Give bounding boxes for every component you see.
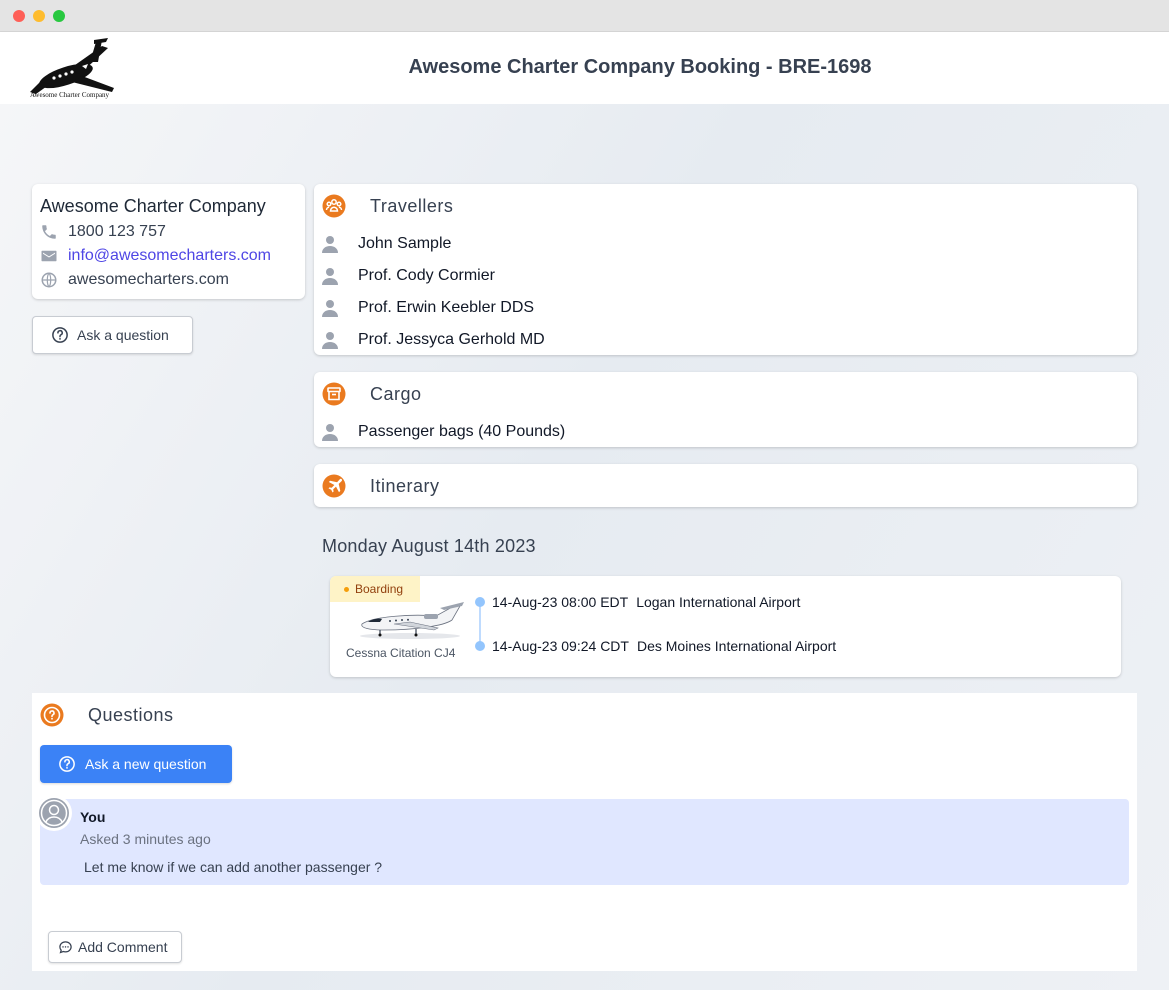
traveller-row: Prof. Jessyca Gerhold MD xyxy=(322,329,545,351)
phone-icon xyxy=(42,225,56,239)
person-icon xyxy=(322,268,338,285)
flight-card[interactable]: Boarding Cessna Citation CJ4 14-Aug-23 0… xyxy=(330,576,1121,677)
traveller-name: Prof. Erwin Keebler DDS xyxy=(358,299,535,316)
flight-leg-arrival: 14-Aug-23 09:24 CDT Des Moines Internatio… xyxy=(492,638,836,654)
timeline-dot xyxy=(475,597,485,607)
traveller-name: Prof. Jessyca Gerhold MD xyxy=(358,331,545,348)
add-comment-label: Add Comment xyxy=(78,939,168,955)
traveller-name: John Sample xyxy=(358,235,452,252)
app-header: Awesome Charter Company Awesome Charter … xyxy=(0,32,1169,104)
ask-question-label: Ask a question xyxy=(77,327,169,343)
departure-time: 14-Aug-23 08:00 EDT xyxy=(492,594,629,610)
itinerary-card: Itinerary xyxy=(314,464,1137,507)
website-link[interactable]: awesomecharters.com xyxy=(68,271,229,289)
window-maximize-button[interactable] xyxy=(53,10,65,22)
cargo-row: Passenger bags (40 Pounds) xyxy=(322,421,565,443)
page-title: Awesome Charter Company Booking - BRE-16… xyxy=(408,56,872,78)
question-timestamp: Asked 3 minutes ago xyxy=(80,831,211,847)
globe-icon xyxy=(41,272,57,288)
timeline-line xyxy=(479,602,481,646)
company-card: Awesome Charter Company 1800 123 757 inf… xyxy=(32,184,305,299)
question-author: You xyxy=(80,809,106,825)
group-icon xyxy=(322,194,346,218)
itinerary-date: Monday August 14th 2023 xyxy=(322,536,536,556)
aircraft-image xyxy=(360,602,464,639)
travellers-card: Travellers John Sample Prof. Cody Cormie… xyxy=(314,184,1137,355)
aircraft-name: Cessna Citation CJ4 xyxy=(346,646,456,660)
ask-question-button[interactable]: Ask a question xyxy=(32,316,193,354)
cargo-item: Passenger bags (40 Pounds) xyxy=(358,423,566,440)
traveller-row: John Sample xyxy=(322,233,451,255)
person-icon xyxy=(322,236,338,253)
window-titlebar xyxy=(0,0,1169,32)
traveller-row: Prof. Cody Cormier xyxy=(322,265,495,287)
user-avatar-icon xyxy=(39,798,69,828)
traveller-name: Prof. Cody Cormier xyxy=(358,267,495,284)
arrival-time: 14-Aug-23 09:24 CDT xyxy=(492,638,629,654)
airplane-icon xyxy=(322,474,346,498)
flight-leg-departure: 14-Aug-23 08:00 EDT Logan International A… xyxy=(492,594,800,610)
person-icon xyxy=(322,424,338,441)
person-icon xyxy=(322,332,338,349)
logo-caption: Awesome Charter Company xyxy=(30,91,110,99)
mail-icon xyxy=(41,250,57,262)
add-comment-button[interactable]: Add Comment xyxy=(48,931,182,963)
timeline-dot xyxy=(475,641,485,651)
question-circle-icon xyxy=(59,756,75,772)
company-email[interactable]: info@awesomecharters.com xyxy=(40,246,271,266)
ask-new-question-button[interactable]: Ask a new question xyxy=(40,745,232,783)
window-close-button[interactable] xyxy=(13,10,25,22)
questions-title: Questions xyxy=(88,705,174,725)
phone-number: 1800 123 757 xyxy=(68,223,166,240)
travellers-title: Travellers xyxy=(370,196,454,216)
question-item: You Asked 3 minutes ago Let me know if w… xyxy=(36,795,1129,885)
question-text: Let me know if we can add another passen… xyxy=(84,859,383,875)
ask-new-question-label: Ask a new question xyxy=(85,756,207,772)
company-name: Awesome Charter Company xyxy=(40,196,266,216)
avatar xyxy=(36,795,72,831)
arrival-airport: Des Moines International Airport xyxy=(636,638,837,654)
email-link[interactable]: info@awesomecharters.com xyxy=(68,247,271,265)
chat-bubble-icon xyxy=(59,940,72,954)
departure-airport: Logan International Airport xyxy=(636,594,801,610)
itinerary-title: Itinerary xyxy=(370,476,440,496)
question-circle-icon xyxy=(40,703,64,727)
window-minimize-button[interactable] xyxy=(33,10,45,22)
cargo-card: Cargo Passenger bags (40 Pounds) xyxy=(314,372,1137,447)
cargo-title: Cargo xyxy=(370,384,422,404)
question-circle-icon xyxy=(52,327,68,343)
traveller-row: Prof. Erwin Keebler DDS xyxy=(322,297,534,319)
company-phone: 1800 123 757 xyxy=(40,222,166,242)
archive-box-icon xyxy=(322,382,346,406)
company-website[interactable]: awesomecharters.com xyxy=(40,270,229,290)
person-icon xyxy=(322,300,338,317)
questions-section: Questions Ask a new question You Asked 3… xyxy=(32,693,1137,971)
